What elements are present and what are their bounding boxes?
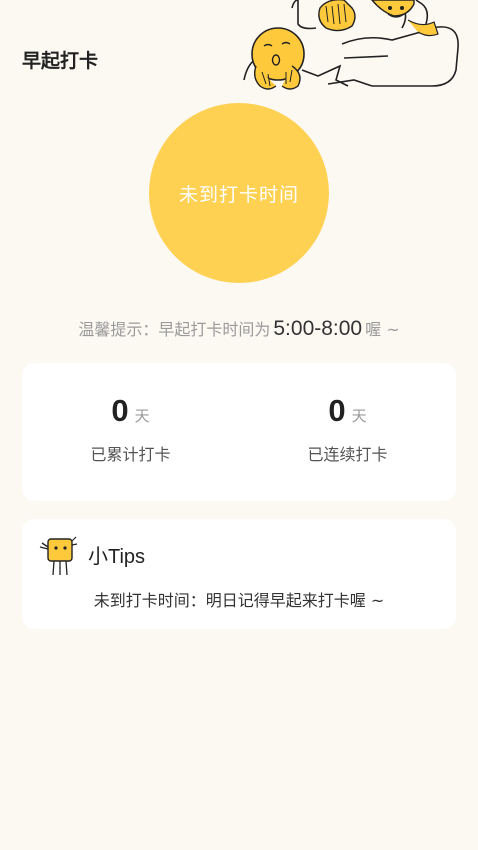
- tips-mascot-icon: [39, 536, 78, 576]
- tips-message: 未到打卡时间：明日记得早起来打卡喔 ~: [93, 591, 385, 610]
- checkin-button-label: 未到打卡时间: [178, 183, 299, 206]
- hint-time-range: 5:00-8:00: [273, 317, 363, 340]
- page-title: 早起打卡: [22, 50, 99, 72]
- sleepy-character-illustration: [243, 0, 459, 90]
- tips-card: 小Tips 未到打卡时间：明日记得早起来打卡喔 ~: [22, 519, 456, 629]
- total-checkin-unit: 天: [134, 407, 150, 425]
- total-checkin-label: 已累计打卡: [90, 445, 171, 464]
- stats-card: 0天 已累计打卡 0天 已连续打卡: [22, 363, 456, 501]
- streak-checkin-value: 0: [328, 393, 346, 428]
- streak-checkin-unit: 天: [351, 407, 367, 425]
- checkin-time-hint: 温馨提示：早起打卡时间为 5:00-8:00 喔 ~: [0, 316, 478, 341]
- checkin-button[interactable]: 未到打卡时间: [149, 103, 329, 283]
- streak-checkin-stat: 0天 已连续打卡: [239, 393, 456, 465]
- hint-suffix: 喔 ~: [365, 320, 400, 339]
- hint-prefix: 温馨提示：早起打卡时间为: [78, 320, 271, 339]
- streak-checkin-label: 已连续打卡: [307, 445, 388, 464]
- tips-title: 小Tips: [88, 546, 146, 568]
- total-checkin-value: 0: [111, 393, 129, 428]
- total-checkin-stat: 0天 已累计打卡: [22, 393, 239, 465]
